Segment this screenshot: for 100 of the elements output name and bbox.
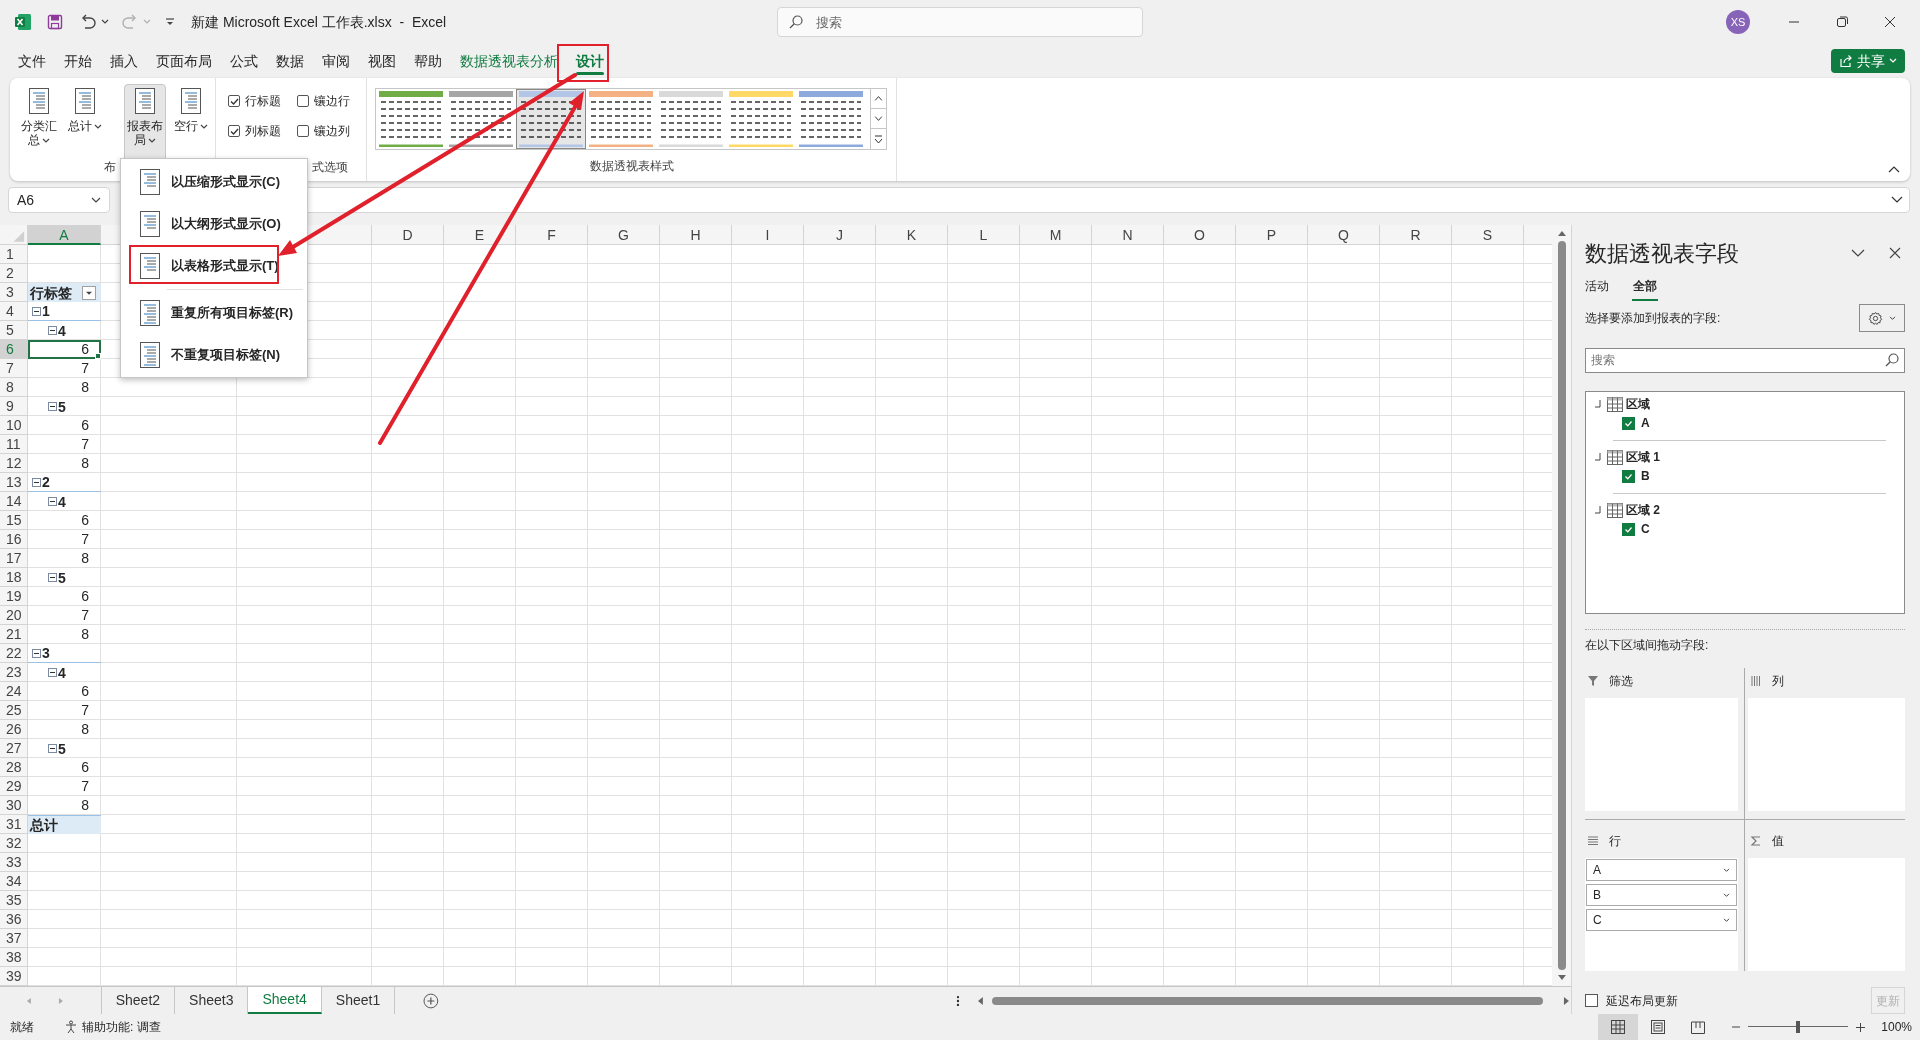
row-number[interactable]: 13 [0,473,28,492]
column-header[interactable]: O [1164,225,1236,245]
row-number[interactable]: 34 [0,872,28,891]
table-cell[interactable]: 6 [28,587,101,606]
checkbox[interactable]: 镶边行 [297,92,366,110]
checkbox[interactable]: 列标题 [228,122,297,140]
menu-item[interactable]: 重复所有项目标签(R) [121,292,307,334]
table-cell[interactable]: 7 [28,359,101,378]
ribbon-tab[interactable]: 公式 [221,46,267,76]
table-cell[interactable]: 8 [28,454,101,473]
row-number[interactable]: 17 [0,549,28,568]
ribbon-tab[interactable]: 数据 [267,46,313,76]
field-checkbox[interactable]: B [1622,466,1886,486]
ribbon-tab[interactable]: 视图 [359,46,405,76]
column-header[interactable]: P [1236,225,1308,245]
row-number[interactable]: 9 [0,397,28,416]
share-button[interactable]: 共享 [1831,49,1905,73]
table-cell[interactable]: 8 [28,720,101,739]
ribbon-button[interactable]: 分类汇总 [18,84,60,162]
row-number[interactable]: 4 [0,302,28,321]
account-avatar[interactable]: XS [1726,10,1750,34]
row-number[interactable]: 18 [0,568,28,587]
field-chip[interactable]: C [1586,909,1737,931]
pane-tab[interactable]: 活动 [1585,275,1609,297]
row-number[interactable]: 37 [0,929,28,948]
column-header[interactable]: E [444,225,516,245]
name-box[interactable]: A6 [8,187,110,213]
zoom-level[interactable]: 100% [1881,1018,1912,1036]
menu-item[interactable]: 不重复项目标签(N) [121,334,307,376]
ribbon-button[interactable]: 总计 [64,84,106,162]
column-header[interactable]: J [804,225,876,245]
row-number[interactable]: 24 [0,682,28,701]
column-header[interactable]: I [732,225,804,245]
drop-area[interactable]: A B C [1585,858,1738,971]
row-number[interactable]: 11 [0,435,28,454]
field-chip[interactable]: A [1586,859,1737,881]
row-number[interactable]: 39 [0,967,28,986]
column-header[interactable]: F [516,225,588,245]
column-header[interactable]: K [876,225,948,245]
table-cell[interactable]: 8 [28,549,101,568]
column-header[interactable]: N [1092,225,1164,245]
row-number[interactable]: 6 [0,340,28,359]
search-field[interactable]: 搜索 [1585,347,1905,373]
row-number[interactable]: 2 [0,264,28,283]
table-cell[interactable]: 8 [28,378,101,397]
column-header[interactable]: D [372,225,444,245]
row-number[interactable]: 30 [0,796,28,815]
table-cell[interactable]: 6 [28,682,101,701]
ribbon-tab[interactable]: 开始 [55,46,101,76]
table-cell[interactable]: 6 [28,340,101,359]
menu-item[interactable]: 以大纲形式显示(O) [121,203,307,245]
column-header[interactable]: A [28,225,101,245]
ribbon-tab[interactable]: 设计 [567,46,613,76]
row-number[interactable]: 36 [0,910,28,929]
row-number[interactable]: 26 [0,720,28,739]
row-number[interactable]: 1 [0,245,28,264]
row-number[interactable]: 35 [0,891,28,910]
column-header[interactable]: L [948,225,1020,245]
ribbon-tab[interactable]: 审阅 [313,46,359,76]
row-number[interactable]: 22 [0,644,28,663]
table-cell[interactable]: 7 [28,701,101,720]
ribbon-tab[interactable]: 文件 [9,46,55,76]
menu-item[interactable]: 以压缩形式显示(C) [121,161,307,203]
table-cell[interactable]: 7 [28,435,101,454]
table-cell[interactable]: 6 [28,511,101,530]
row-number[interactable]: 32 [0,834,28,853]
row-number[interactable]: 23 [0,663,28,682]
row-number[interactable]: 27 [0,739,28,758]
column-header[interactable]: Q [1308,225,1380,245]
row-number[interactable]: 15 [0,511,28,530]
row-number[interactable]: 19 [0,587,28,606]
ribbon-tab[interactable]: 帮助 [405,46,451,76]
row-number[interactable]: 7 [0,359,28,378]
row-number[interactable]: 14 [0,492,28,511]
ribbon-tab[interactable]: 数据透视表分析 [451,46,567,76]
sheet-tab[interactable]: Sheet4 [248,986,322,1014]
row-number[interactable]: 5 [0,321,28,340]
row-number[interactable]: 10 [0,416,28,435]
row-number[interactable]: 3 [0,283,28,302]
row-number[interactable]: 16 [0,530,28,549]
checkbox[interactable]: 行标题 [228,92,297,110]
table-cell[interactable]: 6 [28,416,101,435]
checkbox[interactable]: 延迟布局更新 [1585,991,1678,1010]
column-header[interactable]: R [1380,225,1452,245]
table-cell[interactable]: 8 [28,625,101,644]
field-chip[interactable]: B [1586,884,1737,906]
row-number[interactable]: 8 [0,378,28,397]
row-number[interactable]: 29 [0,777,28,796]
row-number[interactable]: 28 [0,758,28,777]
field-checkbox[interactable]: A [1622,413,1886,433]
column-header[interactable]: H [660,225,732,245]
table-cell[interactable]: 7 [28,606,101,625]
table-cell[interactable]: 7 [28,530,101,549]
ribbon-tab[interactable]: 页面布局 [147,46,221,76]
sheet-tab[interactable]: Sheet2 [101,986,176,1014]
row-number[interactable]: 12 [0,454,28,473]
sheet-tab[interactable]: Sheet1 [321,986,396,1014]
column-header[interactable]: M [1020,225,1092,245]
field-checkbox[interactable]: C [1622,519,1886,539]
row-number[interactable]: 33 [0,853,28,872]
